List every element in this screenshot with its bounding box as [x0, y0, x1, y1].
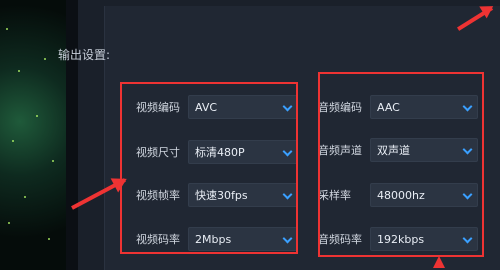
audio-settings-highlight-box [318, 72, 484, 257]
annotation-arrow-bottom [429, 256, 445, 270]
section-title: 输出设置: [58, 48, 111, 62]
video-preview-thumbnail [0, 0, 66, 270]
preview-divider [66, 0, 78, 270]
video-settings-highlight-box [120, 82, 298, 254]
